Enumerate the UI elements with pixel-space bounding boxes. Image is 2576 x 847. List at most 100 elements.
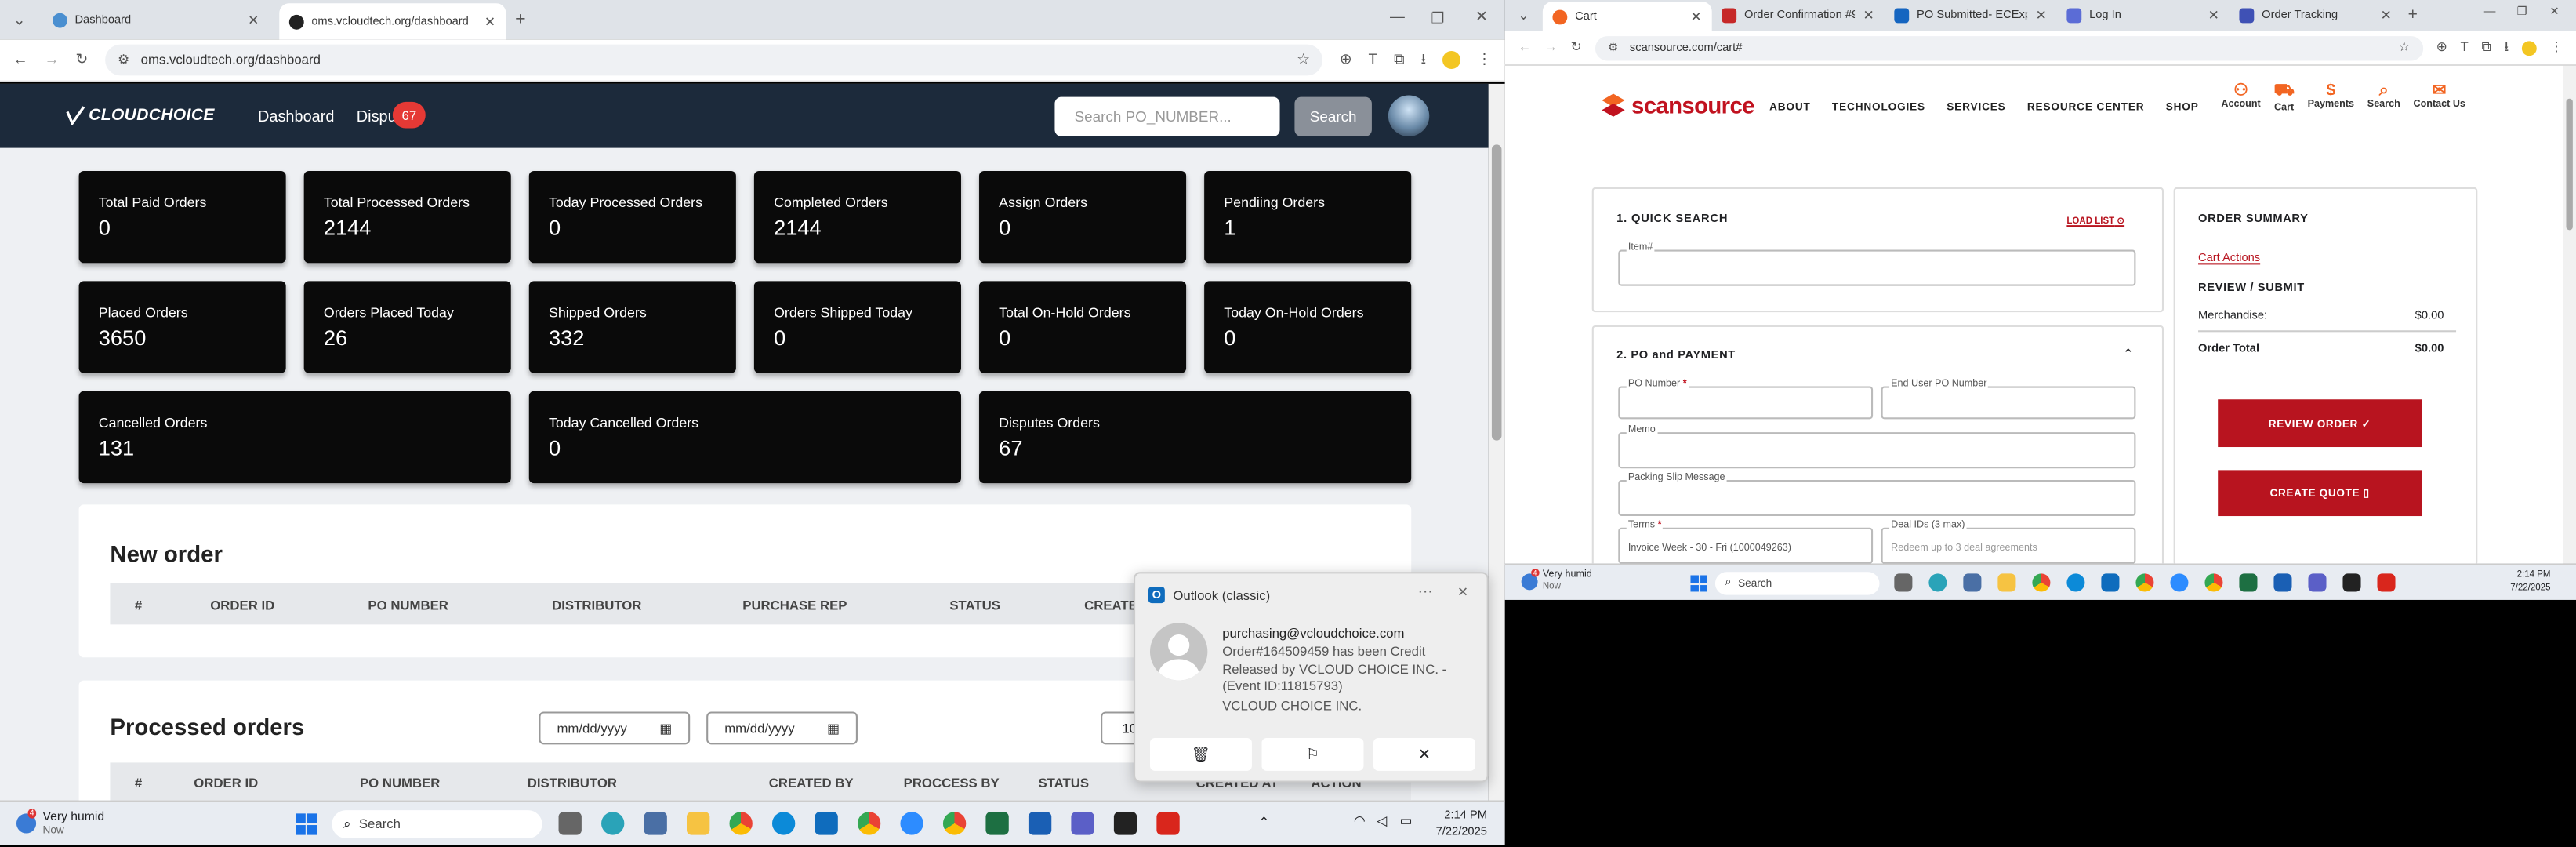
calculator-icon[interactable] (644, 812, 667, 835)
item-number-field[interactable]: Item# (1618, 243, 2136, 286)
menu-kebab-icon[interactable]: ⋮ (2550, 40, 2563, 54)
create-quote-button[interactable]: CREATE QUOTE ▯ (2218, 470, 2422, 517)
right-tab-order-tracking[interactable]: Order Tracking ✕ (2229, 1, 2401, 31)
maximize-icon[interactable]: ❐ (1431, 11, 1444, 27)
chrome-profile-icon[interactable] (857, 812, 881, 835)
left-omnibox[interactable]: ⚙ oms.vcloudtech.org/dashboard ☆ (104, 44, 1323, 76)
end-user-po-field[interactable]: End User PO Number (1881, 380, 2136, 420)
placed-orders-card[interactable]: Placed Orders 3650 (78, 281, 286, 373)
minimize-icon[interactable]: — (1390, 9, 1405, 25)
tray-overflow-icon[interactable]: ⌃ (1258, 815, 1269, 830)
acrobat-icon[interactable] (1156, 812, 1180, 835)
new-tab-icon[interactable]: + (2408, 6, 2418, 24)
tab-search-chevron-icon[interactable]: ⌄ (13, 12, 26, 27)
profile-avatar-icon[interactable] (2521, 40, 2537, 56)
start-date-input[interactable]: mm/dd/yyyy ▦ (539, 711, 691, 745)
orders-shipped-today-card[interactable]: Orders Shipped Today 0 (753, 281, 961, 373)
memo-field[interactable]: Memo (1618, 425, 2136, 469)
download-icon[interactable]: ⭳ (2504, 40, 2509, 54)
network-icon[interactable]: ◠ (1354, 813, 1366, 828)
menu-kebab-icon[interactable]: ⋮ (1477, 52, 1492, 67)
teams-icon[interactable] (1071, 812, 1094, 835)
clock[interactable]: 2:14 PM 7/22/2025 (2510, 570, 2550, 594)
close-tab-icon[interactable]: ✕ (1863, 8, 1874, 23)
right-tab-po-submitted[interactable]: PO Submitted- ECExpress - ✕ (1884, 1, 2056, 31)
chrome-profile2-icon[interactable] (2204, 573, 2223, 592)
cart-link[interactable]: ⛟ Cart (2273, 82, 2294, 114)
calendar-icon[interactable]: ▦ (659, 721, 672, 736)
today-on-hold-orders-card[interactable]: Today On-Hold Orders 0 (1204, 281, 1412, 373)
back-icon[interactable]: ← (13, 52, 28, 67)
chrome-profile2-icon[interactable] (942, 812, 967, 835)
nav-disputes[interactable]: Dispu (357, 108, 397, 126)
puzzle-icon[interactable]: ⧉ (2481, 40, 2491, 54)
completed-orders-card[interactable]: Completed Orders 2144 (753, 170, 961, 264)
minimize-icon[interactable]: — (2484, 6, 2496, 18)
maximize-icon[interactable]: ❐ (2517, 6, 2527, 18)
contact-link[interactable]: ✉ Contact Us (2414, 82, 2465, 114)
pending-orders-card[interactable]: Pendiing Orders 1 (1204, 170, 1412, 264)
windows-start-icon[interactable] (296, 813, 317, 835)
more-options-icon[interactable]: ⋯ (1418, 583, 1433, 602)
nav-about[interactable]: ABOUT (1769, 102, 1811, 114)
file-explorer-icon[interactable] (687, 812, 710, 835)
file-explorer-icon[interactable] (1997, 573, 2016, 592)
user-avatar[interactable] (1388, 95, 1430, 136)
cart-actions-link[interactable]: Cart Actions (2198, 253, 2260, 265)
reload-icon[interactable]: ↻ (75, 52, 88, 67)
extension-icon[interactable]: ⊕ (2436, 40, 2447, 54)
windows-start-icon[interactable] (1690, 575, 1707, 592)
tab-search-chevron-icon[interactable]: ⌄ (1518, 8, 1529, 23)
weather-widget[interactable]: 4 Very humid Now (16, 809, 104, 838)
left-tab-oms-dashboard[interactable]: oms.vcloudtech.org/dashboard ✕ (278, 3, 506, 40)
forward-icon[interactable]: → (1544, 40, 1558, 54)
close-tab-icon[interactable]: ✕ (1690, 9, 1701, 24)
shipped-orders-card[interactable]: Shipped Orders 332 (528, 281, 736, 373)
weather-widget[interactable]: 4 Very humid Now (1521, 569, 1592, 593)
profile-avatar-icon[interactable] (1442, 50, 1461, 70)
disputes-orders-card[interactable]: Disputes Orders 67 (979, 391, 1412, 484)
sticky-notes-icon[interactable] (2342, 573, 2361, 592)
right-tab-cart[interactable]: Cart ✕ (1542, 2, 1712, 31)
excel-icon[interactable] (2239, 573, 2258, 592)
snipping-tool-icon[interactable] (1028, 812, 1052, 835)
payments-link[interactable]: $ Payments (2308, 82, 2354, 114)
nav-technologies[interactable]: TECHNOLOGIES (1832, 102, 1925, 114)
today-cancelled-orders-card[interactable]: Today Cancelled Orders 0 (528, 391, 961, 484)
assign-orders-card[interactable]: Assign Orders 0 (979, 170, 1187, 264)
close-action-button[interactable]: ✕ (1373, 737, 1475, 771)
reload-icon[interactable]: ↻ (1570, 40, 1581, 54)
acrobat-icon[interactable] (2377, 573, 2396, 592)
forward-icon[interactable]: → (45, 52, 60, 67)
total-on-hold-orders-card[interactable]: Total On-Hold Orders 0 (979, 281, 1187, 373)
collapse-chevron-icon[interactable]: ⌃ (2123, 347, 2134, 362)
new-tab-icon[interactable]: + (515, 10, 525, 29)
close-tab-icon[interactable]: ✕ (2036, 8, 2047, 23)
zoom-icon[interactable] (900, 812, 923, 835)
clock[interactable]: 2:14 PM 7/22/2025 (1436, 809, 1487, 842)
nav-resource-center[interactable]: RESOURCE CENTER (2027, 102, 2145, 114)
review-order-button[interactable]: REVIEW ORDER ✓ (2218, 399, 2422, 448)
calculator-icon[interactable] (1963, 573, 1982, 592)
nav-dashboard[interactable]: Dashboard (258, 108, 334, 126)
search-button[interactable]: Search (1294, 96, 1372, 136)
excel-icon[interactable] (985, 812, 1009, 835)
text-icon[interactable]: T (1369, 52, 1378, 67)
close-tab-icon[interactable]: ✕ (484, 14, 495, 29)
deal-ids-field[interactable]: Deal IDs (3 max) Redeem up to 3 deal agr… (1881, 521, 2136, 564)
edge-icon[interactable] (771, 812, 796, 835)
copilot-icon[interactable] (1928, 573, 1947, 592)
puzzle-icon[interactable]: ⧉ (1394, 52, 1404, 67)
site-info-icon[interactable]: ⚙ (118, 53, 129, 67)
today-processed-orders-card[interactable]: Today Processed Orders 0 (528, 170, 736, 264)
bookmark-star-icon[interactable]: ☆ (1297, 52, 1310, 67)
search-link[interactable]: ⌕ Search (2367, 82, 2400, 114)
cancelled-orders-card[interactable]: Cancelled Orders 131 (78, 391, 511, 484)
po-number-field[interactable]: PO Number * (1618, 380, 1874, 420)
dismiss-notification-icon[interactable]: ✕ (1457, 585, 1468, 600)
close-tab-icon[interactable]: ✕ (248, 13, 259, 27)
teams-icon[interactable] (2308, 573, 2327, 592)
outlook-taskbar-icon[interactable] (2101, 573, 2120, 592)
chrome-icon[interactable] (2032, 573, 2051, 592)
zoom-icon[interactable] (2170, 573, 2189, 592)
